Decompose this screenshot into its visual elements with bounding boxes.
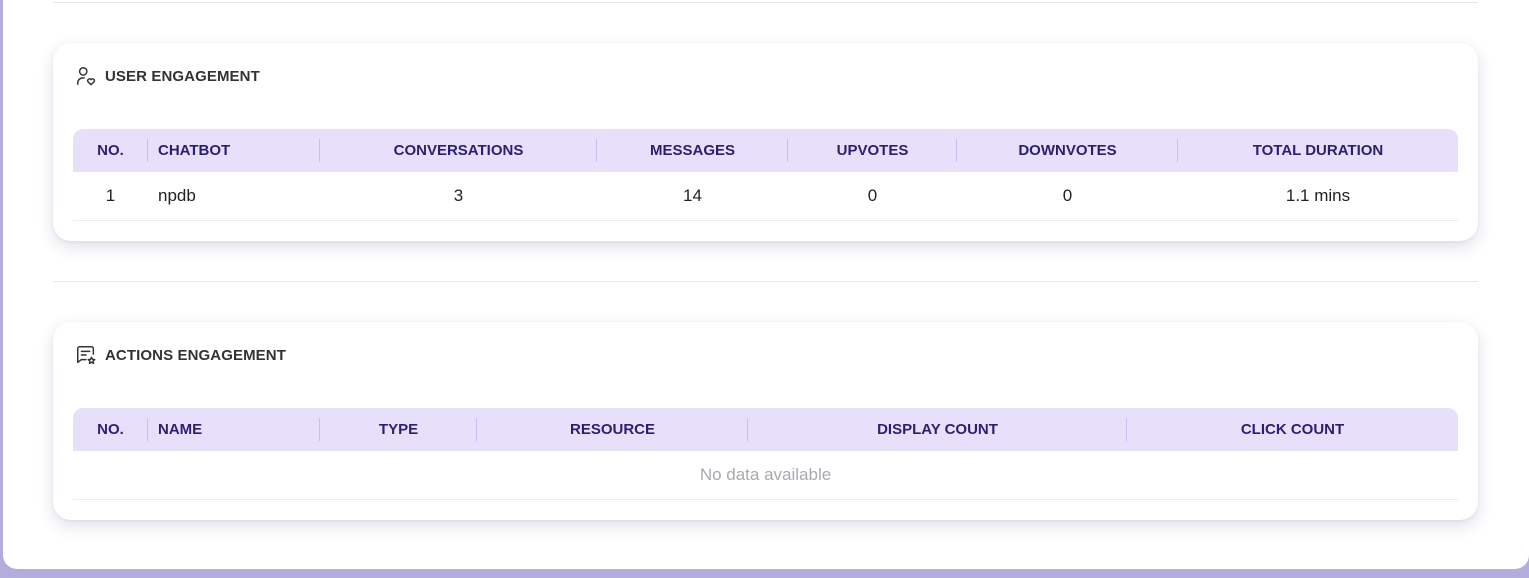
message-star-icon (75, 344, 97, 366)
cell-chatbot: npdb (158, 186, 196, 205)
cell-conversations: 3 (453, 186, 464, 205)
section-divider (53, 281, 1478, 282)
actions-engagement-title: ACTIONS ENGAGEMENT (105, 346, 286, 364)
column-header-display-count[interactable]: DISPLAY COUNT (748, 408, 1127, 451)
table-header: NO. NAME TYPE RESOURCE DISPLAY COUNT CLI… (73, 408, 1458, 451)
cell-total-duration: 1.1 mins (1285, 186, 1351, 205)
cell-upvotes: 0 (867, 186, 878, 205)
user-engagement-table: NO. CHATBOT CONVERSATIONS MESSAGES UPVOT… (73, 129, 1458, 221)
column-header-no[interactable]: NO. (73, 129, 148, 172)
actions-engagement-card: ACTIONS ENGAGEMENT NO. NAME TYPE RESOURC… (53, 322, 1478, 520)
column-header-name[interactable]: NAME (148, 408, 320, 451)
user-engagement-header: USER ENGAGEMENT (75, 63, 260, 89)
column-header-total-duration[interactable]: TOTAL DURATION (1178, 129, 1458, 172)
column-header-resource[interactable]: RESOURCE (477, 408, 748, 451)
user-heart-icon (75, 65, 97, 87)
column-header-upvotes[interactable]: UPVOTES (788, 129, 957, 172)
cell-messages: 14 (683, 186, 702, 205)
actions-engagement-header: ACTIONS ENGAGEMENT (75, 342, 286, 368)
column-header-no[interactable]: NO. (73, 408, 148, 451)
column-header-downvotes[interactable]: DOWNVOTES (957, 129, 1178, 172)
column-header-click-count[interactable]: CLICK COUNT (1127, 408, 1458, 451)
report-panel: USER ENGAGEMENT NO. CHATBOT CONVERSATION… (3, 0, 1529, 569)
column-header-chatbot[interactable]: CHATBOT (148, 129, 320, 172)
empty-state: No data available (73, 451, 1458, 500)
table-row: 1 npdb 3 14 0 0 1.1 mins (73, 172, 1458, 221)
user-engagement-title: USER ENGAGEMENT (105, 67, 260, 85)
cell-downvotes: 0 (1062, 186, 1073, 205)
top-divider (53, 2, 1478, 3)
user-engagement-card: USER ENGAGEMENT NO. CHATBOT CONVERSATION… (53, 43, 1478, 241)
column-header-conversations[interactable]: CONVERSATIONS (320, 129, 597, 172)
cell-no: 1 (105, 186, 116, 205)
column-header-type[interactable]: TYPE (320, 408, 477, 451)
actions-engagement-table: NO. NAME TYPE RESOURCE DISPLAY COUNT CLI… (73, 408, 1458, 500)
table-header: NO. CHATBOT CONVERSATIONS MESSAGES UPVOT… (73, 129, 1458, 172)
column-header-messages[interactable]: MESSAGES (597, 129, 788, 172)
